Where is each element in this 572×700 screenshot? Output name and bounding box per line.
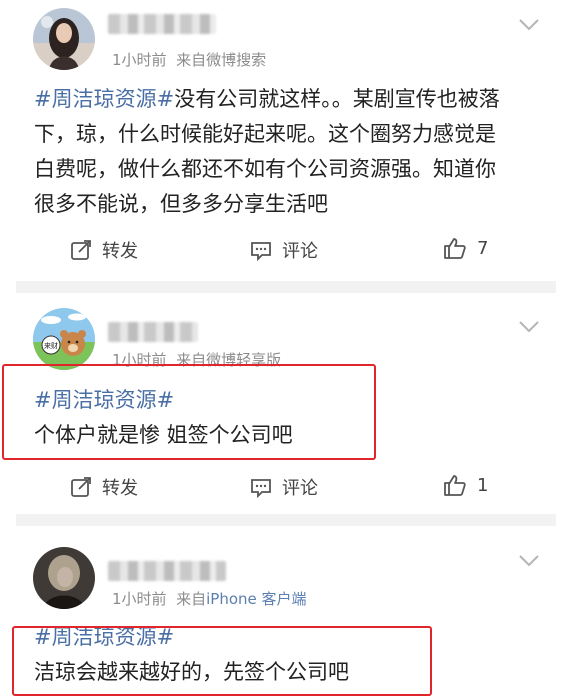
chevron-down-icon[interactable] — [518, 554, 540, 568]
post-content: #周洁琼资源#没有公司就这样。。某剧宣传也被落 下，琼，什么时候能好起来呢。这个… — [34, 82, 544, 222]
comment-label: 评论 — [282, 478, 318, 499]
post-text-line: 白费呢，做什么都还不如有个公司资源强。知道你 — [34, 157, 496, 181]
thumbs-up-icon — [444, 238, 466, 259]
highlight-box — [12, 626, 432, 696]
username-blurred[interactable] — [108, 14, 216, 34]
post-divider — [16, 514, 556, 526]
username-blurred[interactable] — [108, 561, 226, 581]
repost-button[interactable]: 转发 — [70, 237, 138, 263]
repost-label: 转发 — [102, 478, 138, 499]
avatar-caption: 来财 — [44, 341, 58, 350]
comment-label: 评论 — [282, 241, 318, 262]
post-text-line: 没有公司就这样。。某剧宣传也被落 — [174, 87, 500, 111]
post-meta: 1小时前 来自微博搜索 — [112, 49, 266, 70]
post-time: 1小时前 — [112, 51, 167, 69]
like-button[interactable]: 7 — [443, 237, 488, 259]
repost-icon — [71, 477, 91, 497]
repost-label: 转发 — [102, 241, 138, 262]
avatar[interactable] — [33, 547, 95, 609]
post-source[interactable]: 来自微博搜索 — [176, 51, 266, 69]
avatar[interactable]: 来财 — [33, 308, 95, 370]
avatar[interactable] — [33, 8, 95, 70]
like-count: 7 — [477, 237, 489, 259]
comment-button[interactable]: 评论 — [250, 237, 318, 263]
topic-link[interactable]: #周洁琼资源# — [34, 87, 174, 111]
comment-icon — [251, 479, 271, 498]
repost-icon — [71, 240, 91, 260]
post-text-line: 很多不能说，但多多分享生活吧 — [34, 192, 328, 216]
post-text-line: 下，琼，什么时候能好起来呢。这个圈努力感觉是 — [34, 122, 496, 146]
post-actions: 转发 评论 7 — [0, 237, 572, 267]
post-time: 1小时前 — [112, 590, 167, 608]
comment-button[interactable]: 评论 — [250, 474, 318, 500]
post-divider — [16, 281, 556, 293]
like-button[interactable]: 1 — [443, 474, 488, 496]
chevron-down-icon[interactable] — [518, 320, 540, 334]
post-1: 1小时前 来自微博搜索 #周洁琼资源#没有公司就这样。。某剧宣传也被落 下，琼，… — [0, 0, 572, 290]
comment-icon — [251, 242, 271, 261]
post-source-device[interactable]: iPhone 客户端 — [206, 590, 306, 608]
post-source-prefix: 来自 — [176, 590, 207, 608]
username-blurred[interactable] — [108, 322, 198, 342]
chevron-down-icon[interactable] — [518, 18, 540, 32]
thumbs-up-icon — [444, 475, 466, 496]
post-meta: 1小时前 来自iPhone 客户端 — [112, 588, 307, 609]
post-actions: 转发 评论 1 — [0, 474, 572, 504]
repost-button[interactable]: 转发 — [70, 474, 138, 500]
like-count: 1 — [477, 474, 489, 496]
highlight-box — [2, 364, 376, 460]
